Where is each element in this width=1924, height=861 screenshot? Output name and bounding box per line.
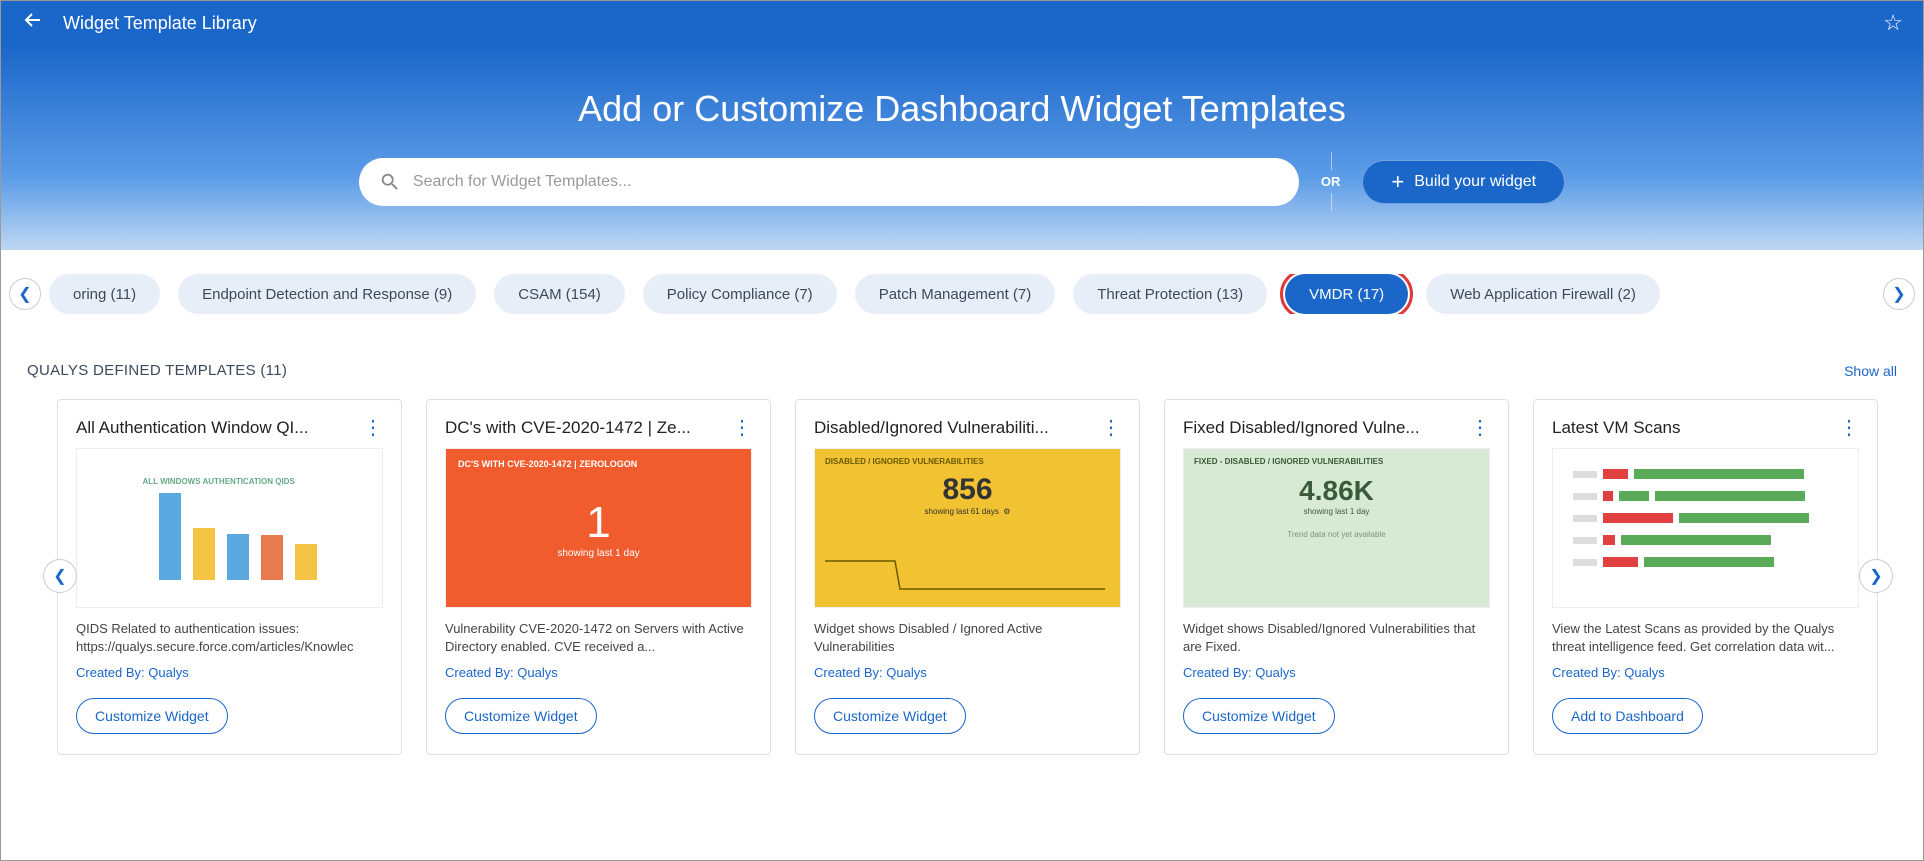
card-action-button[interactable]: Customize Widget (445, 698, 597, 734)
card-author: Created By: Qualys (1183, 665, 1490, 680)
or-divider: OR (1321, 156, 1341, 207)
hero-heading: Add or Customize Dashboard Widget Templa… (578, 88, 1346, 130)
build-widget-button[interactable]: + Build your widget (1362, 160, 1565, 204)
filter-pill[interactable]: Endpoint Detection and Response (9) (178, 274, 476, 314)
template-card: DC's with CVE-2020-1472 | Ze... ⋮ DC'S WIT… (426, 399, 771, 755)
filter-pill[interactable]: oring (11) (49, 274, 160, 314)
show-all-link[interactable]: Show all (1844, 363, 1897, 379)
card-title: DC's with CVE-2020-1472 | Ze... (445, 418, 691, 438)
card-preview (1552, 448, 1859, 608)
filter-pill[interactable]: Threat Protection (13) (1073, 274, 1267, 314)
carousel-right[interactable]: ❯ (1859, 559, 1893, 593)
card-action-button[interactable]: Add to Dashboard (1552, 698, 1703, 734)
star-icon[interactable]: ☆ (1883, 10, 1903, 36)
filter-pill[interactable]: CSAM (154) (494, 274, 625, 314)
templates-section: QUALYS DEFINED TEMPLATES (11) Show all ❮… (1, 334, 1923, 765)
template-card: Disabled/Ignored Vulnerabiliti... ⋮ DISABL… (795, 399, 1140, 755)
card-title: Latest VM Scans (1552, 418, 1681, 438)
card-title: All Authentication Window QI... (76, 418, 308, 438)
card-menu-icon[interactable]: ⋮ (1101, 418, 1121, 438)
search-box[interactable] (359, 158, 1299, 206)
card-preview: ALL WINDOWS AUTHENTICATION QIDS (76, 448, 383, 608)
filter-pill[interactable]: Patch Management (7) (855, 274, 1056, 314)
card-author: Created By: Qualys (76, 665, 383, 680)
section-title: QUALYS DEFINED TEMPLATES (11) (27, 362, 287, 379)
page-title: Widget Template Library (63, 13, 1883, 34)
card-menu-icon[interactable]: ⋮ (363, 418, 383, 438)
card-description: View the Latest Scans as provided by the… (1552, 620, 1859, 657)
card-author: Created By: Qualys (814, 665, 1121, 680)
filters-scroll-right[interactable]: ❯ (1883, 278, 1915, 310)
card-action-button[interactable]: Customize Widget (1183, 698, 1335, 734)
search-input[interactable] (413, 173, 1279, 191)
template-card: All Authentication Window QI... ⋮ ALL WIND… (57, 399, 402, 755)
card-title: Fixed Disabled/Ignored Vulne... (1183, 418, 1420, 438)
back-arrow-icon[interactable] (21, 8, 45, 38)
filter-bar: ❮ oring (11) Endpoint Detection and Respo… (1, 250, 1923, 334)
top-bar: Widget Template Library ☆ (1, 1, 1923, 45)
hero-section: Add or Customize Dashboard Widget Templa… (1, 45, 1923, 250)
card-action-button[interactable]: Customize Widget (814, 698, 966, 734)
card-title: Disabled/Ignored Vulnerabiliti... (814, 418, 1049, 438)
build-widget-label: Build your widget (1414, 173, 1536, 191)
card-menu-icon[interactable]: ⋮ (1470, 418, 1490, 438)
filter-pill[interactable]: Web Application Firewall (2) (1426, 274, 1660, 314)
card-author: Created By: Qualys (1552, 665, 1859, 680)
template-card: Fixed Disabled/Ignored Vulne... ⋮ FIXED - … (1164, 399, 1509, 755)
card-preview: FIXED - DISABLED / IGNORED VULNERABILITI… (1183, 448, 1490, 608)
plus-icon: + (1391, 171, 1404, 193)
filter-pill[interactable]: VMDR (17) (1285, 274, 1408, 314)
filter-pill[interactable]: Policy Compliance (7) (643, 274, 837, 314)
template-card: Latest VM Scans ⋮ View the Latest Scans as… (1533, 399, 1878, 755)
card-description: Vulnerability CVE-2020-1472 on Servers w… (445, 620, 752, 657)
filters-scroll-left[interactable]: ❮ (9, 278, 41, 310)
card-preview: DISABLED / IGNORED VULNERABILITIES856sho… (814, 448, 1121, 608)
card-menu-icon[interactable]: ⋮ (732, 418, 752, 438)
card-preview: DC'S WITH CVE-2020-1472 | ZEROLOGON1show… (445, 448, 752, 608)
carousel-left[interactable]: ❮ (43, 559, 77, 593)
card-action-button[interactable]: Customize Widget (76, 698, 228, 734)
card-description: QIDS Related to authentication issues: h… (76, 620, 383, 657)
card-menu-icon[interactable]: ⋮ (1839, 418, 1859, 438)
card-description: Widget shows Disabled / Ignored Active V… (814, 620, 1121, 657)
search-icon (379, 171, 401, 193)
card-author: Created By: Qualys (445, 665, 752, 680)
card-description: Widget shows Disabled/Ignored Vulnerabil… (1183, 620, 1490, 657)
